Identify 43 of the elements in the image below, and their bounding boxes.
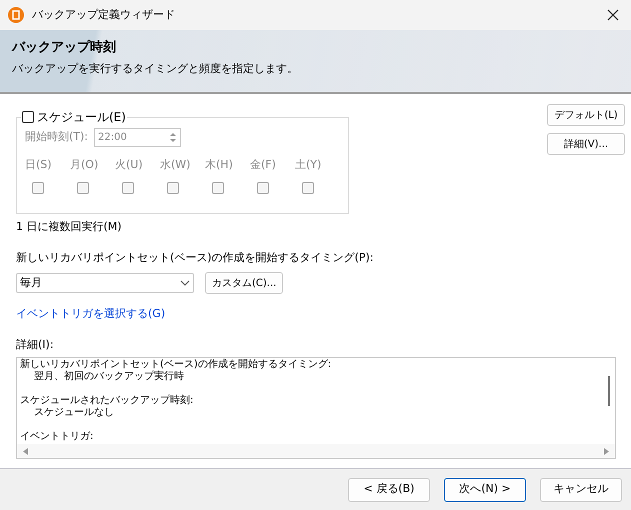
weekday-label: 土(Y) [295,157,322,173]
custom-button[interactable]: カスタム(C)... [205,272,284,294]
default-button[interactable]: デフォルト(L) [547,104,625,126]
multiple-runs-label: 1 日に複数回実行(M) [16,219,123,235]
weekday-label: 水(W) [160,157,190,173]
wizard-button[interactable]: 次へ(N) > [444,478,526,502]
close-icon[interactable] [607,9,619,21]
details-heading: イベントトリガ: [20,431,94,443]
page-subtitle: バックアップを実行するタイミングと頻度を指定します。 [12,60,299,76]
details-value: 翌月、初回のバックアップ実行時 [33,371,184,383]
timing-label: 新しいリカバリポイントセット(ベース)の作成を開始するタイミング(P): [16,250,375,266]
event-trigger-link[interactable]: イベントトリガを選択する(G) [16,306,166,322]
weekday-checkbox[interactable] [257,182,269,194]
vertical-scrollbar-thumb[interactable] [608,376,610,406]
details-heading: スケジュールされたバックアップ時刻: [20,395,194,407]
schedule-checkbox[interactable] [22,111,34,123]
window-title: バックアップ定義ウィザード [32,6,175,23]
details-button[interactable]: 詳細(V)... [547,133,625,155]
spinner-arrows-icon[interactable] [168,130,178,145]
weekday-checkbox[interactable] [122,182,134,194]
timing-select[interactable]: 毎月 [16,273,194,293]
weekday-label: 日(S) [25,157,52,173]
weekday-label: 月(O) [70,157,98,173]
weekday-checkbox[interactable] [77,182,89,194]
details-heading: 新しいリカバリポイントセット(ベース)の作成を開始するタイミング: [20,359,332,370]
details-label: 詳細(I): [16,336,55,352]
start-time-label: 開始時刻(T): [25,129,88,146]
weekday-checkbox[interactable] [32,182,44,194]
page-title: バックアップ時刻 [12,38,117,57]
details-value: スケジュールなし [33,407,114,419]
weekday-checkbox[interactable] [212,182,224,194]
weekday-checkbox[interactable] [302,182,314,194]
weekday-label: 火(U) [115,157,143,173]
scroll-left-icon[interactable] [23,448,28,454]
wizard-button[interactable]: キャンセル [540,478,622,502]
schedule-label: スケジュール(E) [37,109,126,126]
weekday-checkbox[interactable] [167,182,179,194]
app-logo-icon [8,7,24,23]
weekday-label: 木(H) [205,157,233,173]
chevron-down-icon [180,280,190,286]
scroll-right-icon[interactable] [604,448,609,454]
wizard-button[interactable]: < 戻る(B) [348,478,430,502]
weekday-label: 金(F) [250,157,276,173]
